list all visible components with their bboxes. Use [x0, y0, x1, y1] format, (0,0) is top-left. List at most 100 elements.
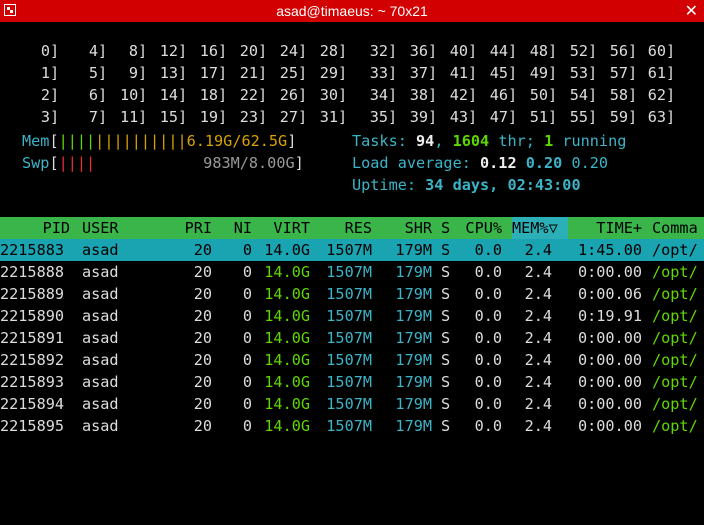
- cell-mem: 2.4: [524, 329, 552, 347]
- col-cpu[interactable]: CPU%: [458, 217, 502, 239]
- cpu-meter-52: 52]: [569, 42, 598, 60]
- col-ni[interactable]: NI: [220, 217, 252, 239]
- col-pri[interactable]: PRI: [170, 217, 212, 239]
- cell-ni: 0: [242, 351, 252, 369]
- cell-user: asad: [82, 241, 119, 259]
- cell-virt: 14.0G: [264, 351, 310, 369]
- cpu-meter-23: 23]: [239, 108, 268, 126]
- cell-cpu: 0.0: [474, 417, 502, 435]
- tasks-line: Tasks: 94, 1604 thr; 1 running: [352, 132, 627, 150]
- cell-cpu: 0.0: [474, 285, 502, 303]
- process-row[interactable]: 2215892 asad 20 0 14.0G 1507M 179M S 0.0 2.4 0:00.…: [0, 349, 704, 371]
- cell-pid: 2215893: [0, 373, 65, 391]
- cell-pri: 20: [193, 263, 212, 281]
- mem-bar-used: ||||: [58, 132, 96, 150]
- cpu-meter-5: 5]: [88, 64, 108, 82]
- swap-bar: ||||: [58, 154, 96, 172]
- cell-shr: 179M: [395, 263, 432, 281]
- cell-cpu: 0.0: [474, 373, 502, 391]
- cpu-meter-15: 15]: [159, 108, 188, 126]
- col-command[interactable]: Comma: [652, 217, 698, 239]
- cell-pid: 2215891: [0, 329, 65, 347]
- process-row[interactable]: 2215889 asad 20 0 14.0G 1507M 179M S 0.0 2.4 0:00.…: [0, 283, 704, 305]
- cpu-meter-6: 6]: [88, 86, 108, 104]
- col-user[interactable]: USER: [82, 217, 119, 239]
- cell-res: 1507M: [326, 351, 372, 369]
- process-row[interactable]: 2215890 asad 20 0 14.0G 1507M 179M S 0.0 2.4 0:19.…: [0, 305, 704, 327]
- cell-ni: 0: [242, 285, 252, 303]
- cpu-meter-10: 10]: [120, 86, 148, 104]
- cell-cmd: /opt/: [652, 307, 698, 325]
- cell-shr: 179M: [395, 307, 432, 325]
- cell-time: 0:19.91: [577, 307, 642, 325]
- cell-s: S: [441, 351, 451, 369]
- cell-s: S: [441, 417, 451, 435]
- cell-virt: 14.0G: [264, 263, 310, 281]
- process-row[interactable]: 2215894 asad 20 0 14.0G 1507M 179M S 0.0 2.4 0:00.…: [0, 393, 704, 415]
- cell-time: 0:00.00: [577, 395, 642, 413]
- cell-user: asad: [82, 351, 119, 369]
- cell-cmd: /opt/: [652, 241, 698, 259]
- load-average-line: Load average: 0.12 0.20 0.20: [352, 154, 609, 172]
- col-virt[interactable]: VIRT: [258, 217, 310, 239]
- cpu-meter-42: 42]: [449, 86, 478, 104]
- cpu-meter-17: 17]: [199, 64, 228, 82]
- col-pid[interactable]: PID: [0, 217, 70, 239]
- process-table-header[interactable]: PID USER PRI NI VIRT RES SHR S CPU% MEM%…: [0, 217, 704, 239]
- cell-ni: 0: [242, 329, 252, 347]
- col-res[interactable]: RES: [318, 217, 372, 239]
- window-title: asad@timaeus: ~ 70x21: [276, 3, 428, 19]
- cpu-meter-38: 38]: [409, 86, 438, 104]
- cpu-meter-49: 49]: [529, 64, 558, 82]
- cell-user: asad: [82, 417, 119, 435]
- cell-mem: 2.4: [524, 263, 552, 281]
- cpu-meter-58: 58]: [609, 86, 638, 104]
- cell-res: 1507M: [326, 329, 372, 347]
- window-titlebar: asad@timaeus: ~ 70x21 ✕: [0, 0, 704, 22]
- cell-cpu: 0.0: [474, 263, 502, 281]
- process-row[interactable]: 2215888 asad 20 0 14.0G 1507M 179M S 0.0 2.4 0:00.…: [0, 261, 704, 283]
- cpu-meter-43: 43]: [449, 108, 478, 126]
- cpu-meter-14: 14]: [159, 86, 188, 104]
- cpu-meter-40: 40]: [449, 42, 478, 60]
- cell-ni: 0: [242, 395, 252, 413]
- cpu-meter-60: 60]: [647, 42, 676, 60]
- cpu-meter-26: 26]: [279, 86, 308, 104]
- cell-mem: 2.4: [524, 241, 552, 259]
- cell-pid: 2215892: [0, 351, 65, 369]
- cpu-meter-53: 53]: [569, 64, 598, 82]
- col-mem-sorted[interactable]: MEM%▽: [512, 217, 568, 239]
- cpu-meter-30: 30]: [319, 86, 348, 104]
- cpu-meter-27: 27]: [279, 108, 308, 126]
- col-state[interactable]: S: [441, 217, 450, 239]
- uptime-line: Uptime: 34 days, 02:43:00: [352, 176, 581, 194]
- cpu-meter-4: 4]: [88, 42, 108, 60]
- col-time[interactable]: TIME+: [576, 217, 642, 239]
- cell-mem: 2.4: [524, 285, 552, 303]
- cell-virt: 14.0G: [264, 373, 310, 391]
- cpu-meter-19: 19]: [199, 108, 228, 126]
- cpu-meter-47: 47]: [489, 108, 518, 126]
- cpu-meter-61: 61]: [647, 64, 676, 82]
- cpu-meter-16: 16]: [199, 42, 228, 60]
- col-shr[interactable]: SHR: [380, 217, 432, 239]
- terminal[interactable]: 0] 4] 8] 12] 16] 20] 24] 28] 32] 36] 40] 44] 48] 52] 5…: [0, 22, 704, 440]
- cpu-meter-24: 24]: [279, 42, 308, 60]
- process-row-selected[interactable]: 2215883 asad 20 0 14.0G 1507M 179M S 0.0 2.4 1:45.…: [0, 239, 704, 261]
- cell-time: 0:00.00: [577, 417, 642, 435]
- cell-user: asad: [82, 263, 119, 281]
- cell-ni: 0: [242, 307, 252, 325]
- cell-user: asad: [82, 395, 119, 413]
- cell-shr: 179M: [395, 373, 432, 391]
- cell-res: 1507M: [326, 307, 372, 325]
- cell-time: 0:00.00: [577, 263, 642, 281]
- cell-pri: 20: [193, 417, 212, 435]
- process-row[interactable]: 2215891 asad 20 0 14.0G 1507M 179M S 0.0 2.4 0:00.…: [0, 327, 704, 349]
- cpu-meter-3: 3]: [40, 108, 60, 126]
- cell-cpu: 0.0: [474, 329, 502, 347]
- process-row[interactable]: 2215893 asad 20 0 14.0G 1507M 179M S 0.0 2.4 0:00.…: [0, 371, 704, 393]
- cell-pri: 20: [193, 329, 212, 347]
- cell-time: 1:45.00: [577, 241, 642, 259]
- close-icon[interactable]: ✕: [685, 1, 698, 20]
- process-row[interactable]: 2215895 asad 20 0 14.0G 1507M 179M S 0.0 2.4 0:00.…: [0, 415, 704, 437]
